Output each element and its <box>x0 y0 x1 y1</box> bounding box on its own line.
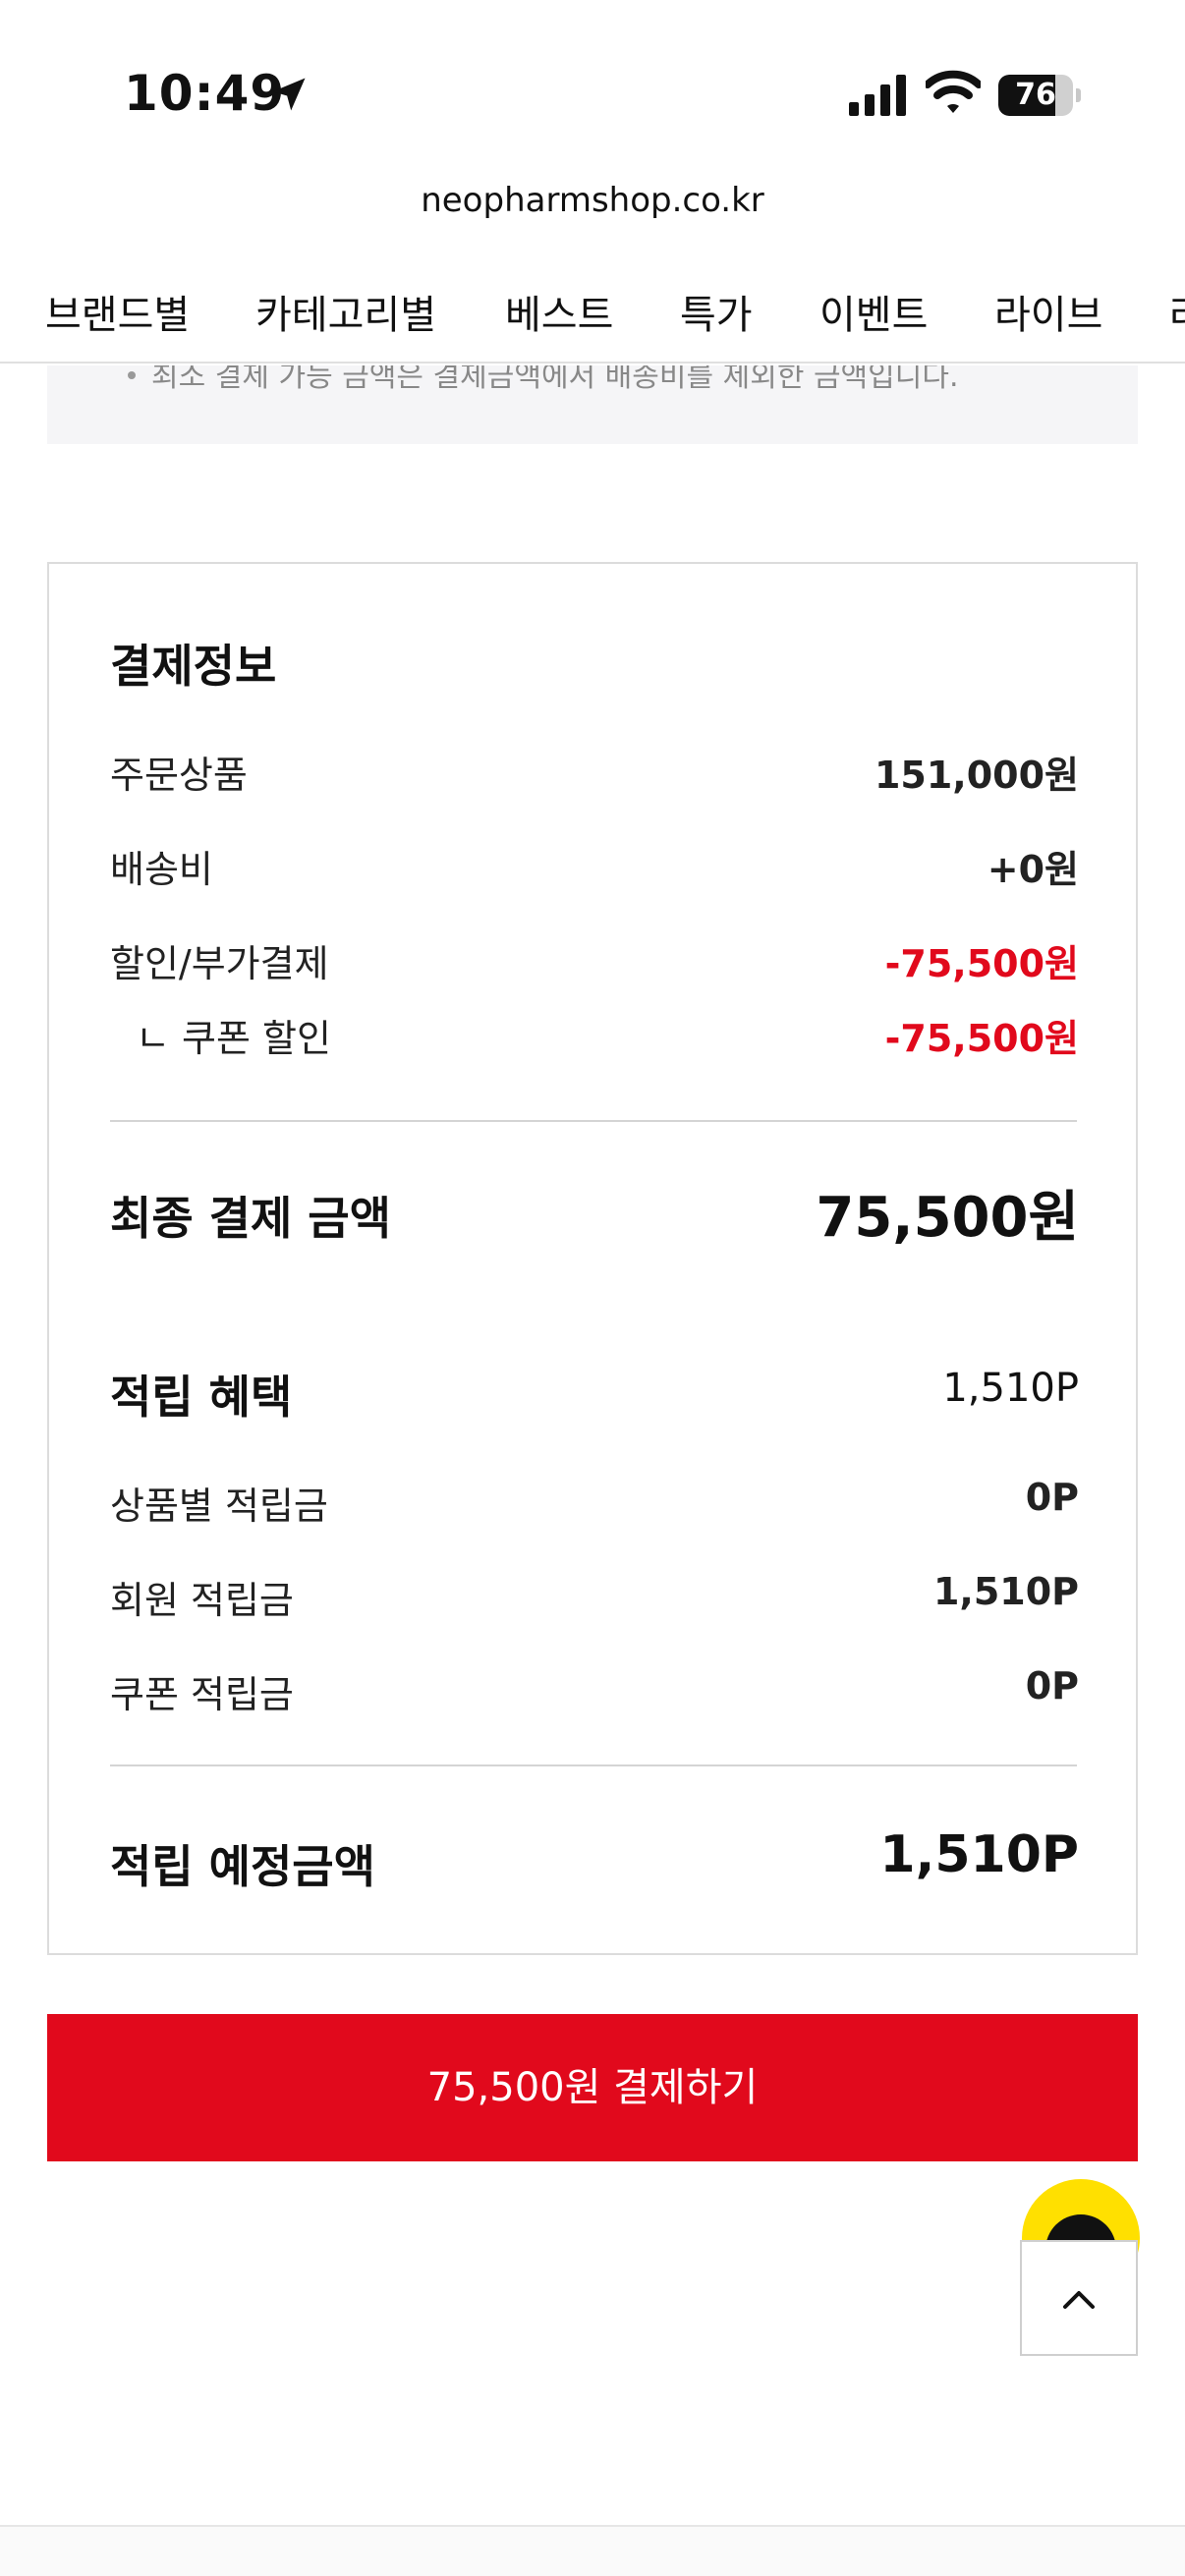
final-amount-value: 75,500원 <box>816 1186 1079 1250</box>
discount-value: -75,500원 <box>884 942 1079 985</box>
member-points-label: 회원 적립금 <box>110 1579 294 1622</box>
order-items-label: 주문상품 <box>110 754 248 797</box>
cellular-signal-icon <box>849 75 906 116</box>
coupon-points-value: 0P <box>1025 1664 1079 1708</box>
shipping-fee-label: 배송비 <box>110 848 213 891</box>
payment-notice: 최소 결제 가능 금액은 결제금액에서 배송비를 제외한 금액입니다. <box>47 365 1138 444</box>
nav-item-brand[interactable]: 브랜드별 <box>45 283 190 340</box>
nav-item-category[interactable]: 카테고리별 <box>255 283 436 340</box>
chevron-up-icon <box>1063 2291 1095 2309</box>
expected-points-value: 1,510P <box>879 1825 1079 1884</box>
order-items-value: 151,000원 <box>874 754 1079 797</box>
status-time: 10:49 <box>124 65 286 122</box>
nav-item-more[interactable]: 라 <box>1169 283 1185 340</box>
browser-url[interactable]: neopharmshop.co.kr <box>0 181 1185 220</box>
payment-info-title: 결제정보 <box>110 640 277 693</box>
member-points-value: 1,510P <box>932 1570 1079 1613</box>
product-points-value: 0P <box>1025 1476 1079 1519</box>
divider <box>110 1764 1077 1766</box>
points-benefit-total: 1,510P <box>942 1366 1079 1411</box>
bottom-toolbar-area <box>0 2527 1185 2576</box>
coupon-discount-value: -75,500원 <box>884 1017 1079 1060</box>
product-points-label: 상품별 적립금 <box>110 1484 328 1528</box>
nav-item-special[interactable]: 특가 <box>680 283 753 340</box>
coupon-discount-label: ㄴ 쿠폰 할인 <box>136 1017 331 1060</box>
bullet-icon <box>128 371 136 379</box>
scroll-top-button[interactable] <box>1020 2240 1138 2356</box>
nav-item-event[interactable]: 이벤트 <box>819 283 928 340</box>
divider <box>110 1120 1077 1122</box>
expected-points-label: 적립 예정금액 <box>110 1840 375 1893</box>
nav-item-best[interactable]: 베스트 <box>505 283 613 340</box>
shipping-fee-value: +0원 <box>987 848 1079 891</box>
coupon-points-label: 쿠폰 적립금 <box>110 1673 294 1716</box>
nav-item-live[interactable]: 라이브 <box>994 283 1102 340</box>
wifi-icon <box>926 70 981 113</box>
points-benefit-title: 적립 혜택 <box>110 1371 293 1424</box>
notice-text: 최소 결제 가능 금액은 결제금액에서 배송비를 제외한 금액입니다. <box>151 365 959 394</box>
category-nav: 브랜드별 카테고리별 베스트 특가 이벤트 라이브 라 <box>0 263 1185 364</box>
location-arrow-icon <box>272 78 306 111</box>
pay-button[interactable]: 75,500원 결제하기 <box>47 2014 1138 2161</box>
battery-icon: 76 <box>998 75 1081 116</box>
payment-info-box: 결제정보 주문상품 151,000원 배송비 +0원 할인/부가결제 -75,5… <box>47 562 1138 1955</box>
status-bar: 10:49 76 <box>0 0 1185 187</box>
final-amount-label: 최종 결제 금액 <box>110 1192 391 1245</box>
battery-level: 76 <box>1015 78 1056 112</box>
discount-label: 할인/부가결제 <box>110 942 329 985</box>
